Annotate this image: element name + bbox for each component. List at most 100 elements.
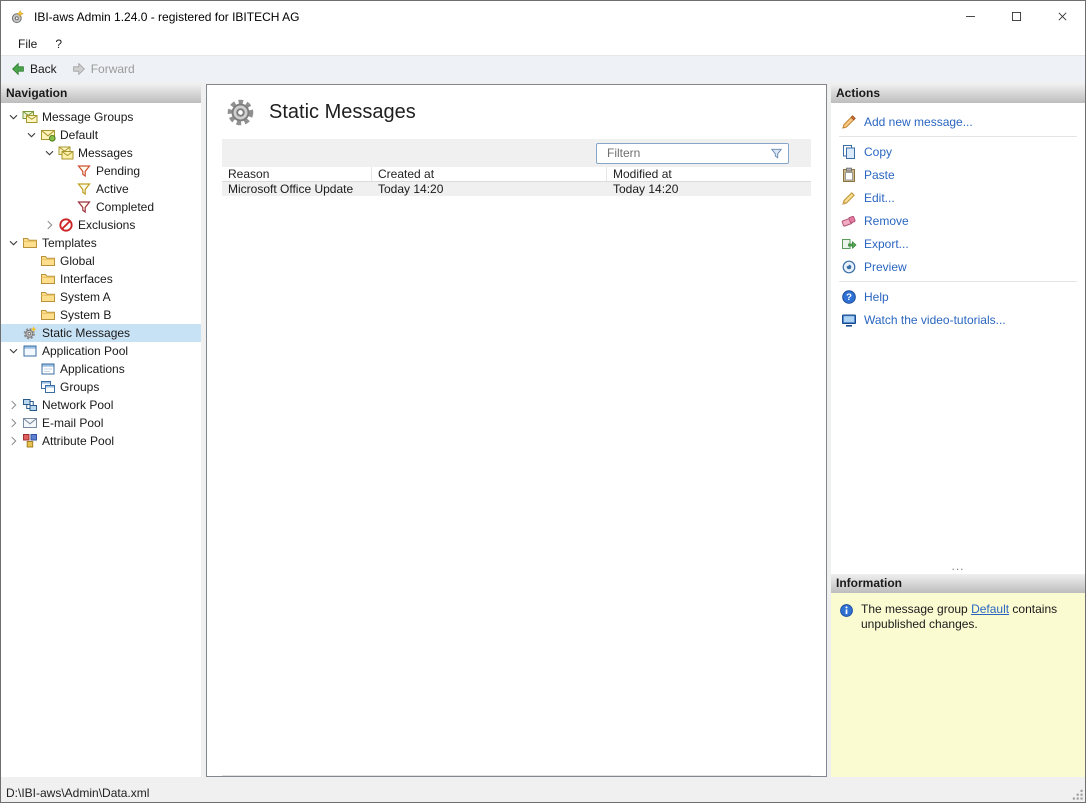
action-watch-the-video-tutorials[interactable]: Watch the video-tutorials... xyxy=(831,308,1085,331)
close-button[interactable] xyxy=(1039,1,1085,32)
tree-item-groups[interactable]: Groups xyxy=(1,378,201,396)
titlebar: IBI-aws Admin 1.24.0 - registered for IB… xyxy=(1,1,1085,32)
tree-item-message-groups[interactable]: Message Groups xyxy=(1,108,201,126)
action-label: Export... xyxy=(864,236,909,251)
maximize-icon xyxy=(1010,10,1023,23)
resize-grip-icon[interactable] xyxy=(1070,787,1084,801)
application-pool-icon xyxy=(22,343,38,359)
information-header: Information xyxy=(831,574,1085,593)
tree-item-interfaces[interactable]: Interfaces xyxy=(1,270,201,288)
copy-icon xyxy=(841,144,857,160)
filter-band xyxy=(222,139,811,167)
panel-splitter[interactable]: ... xyxy=(831,560,1085,574)
tree-item-label: Attribute Pool xyxy=(42,434,115,448)
remove-icon xyxy=(841,213,857,229)
tree-item-label: Messages xyxy=(78,146,133,160)
action-help[interactable]: ? Help xyxy=(831,285,1085,308)
actions-header: Actions xyxy=(831,84,1085,103)
tree-item-exclusions[interactable]: Exclusions xyxy=(1,216,201,234)
chevron-down-icon[interactable] xyxy=(5,110,22,124)
preview-icon xyxy=(841,259,857,275)
chevron-right-icon[interactable] xyxy=(5,416,22,430)
paste-icon xyxy=(841,167,857,183)
groups-icon xyxy=(40,379,56,395)
action-label: Paste xyxy=(864,167,895,182)
tree-item-label: System B xyxy=(60,308,112,322)
chevron-down-icon[interactable] xyxy=(5,344,22,358)
menu-help[interactable]: ? xyxy=(46,34,71,54)
column-header-modified-at[interactable]: Modified at xyxy=(607,167,811,181)
chevron-right-icon[interactable] xyxy=(5,434,22,448)
column-header-reason[interactable]: Reason xyxy=(222,167,372,181)
navigation-tree: Message Groups Default Messages Pending Acti… xyxy=(1,103,201,777)
action-edit[interactable]: Edit... xyxy=(831,186,1085,209)
back-button[interactable]: Back xyxy=(10,61,57,77)
maximize-button[interactable] xyxy=(993,1,1039,32)
tree-item-system-a[interactable]: System A xyxy=(1,288,201,306)
tree-item-messages[interactable]: Messages xyxy=(1,144,201,162)
gear-icon xyxy=(225,97,256,128)
tree-item-static-messages[interactable]: Static Messages xyxy=(1,324,201,342)
default-group-link[interactable]: Default xyxy=(971,602,1009,616)
tree-item-pending[interactable]: Pending xyxy=(1,162,201,180)
actions-list: Add new message... Copy Paste Edit... Remove… xyxy=(831,103,1085,331)
actions-panel: Actions Add new message... Copy Paste Edit.… xyxy=(831,84,1085,574)
action-label: Watch the video-tutorials... xyxy=(864,312,1006,327)
tree-item-completed[interactable]: Completed xyxy=(1,198,201,216)
tree-item-label: Default xyxy=(60,128,99,142)
table-cell: Today 14:20 xyxy=(613,182,679,196)
tree-item-default[interactable]: Default xyxy=(1,126,201,144)
back-label: Back xyxy=(30,62,57,76)
tree-item-applications[interactable]: Applications xyxy=(1,360,201,378)
action-paste[interactable]: Paste xyxy=(831,163,1085,186)
tree-item-global[interactable]: Global xyxy=(1,252,201,270)
tree-item-attribute-pool[interactable]: Attribute Pool xyxy=(1,432,201,450)
tree-item-application-pool[interactable]: Application Pool xyxy=(1,342,201,360)
right-column: Actions Add new message... Copy Paste Edit.… xyxy=(831,84,1085,777)
action-label: Edit... xyxy=(864,190,895,205)
filter-completed-icon xyxy=(76,199,92,215)
tree-item-network-pool[interactable]: Network Pool xyxy=(1,396,201,414)
action-preview[interactable]: Preview xyxy=(831,255,1085,278)
minimize-icon xyxy=(964,10,977,23)
tree-item-label: Application Pool xyxy=(42,344,129,358)
chevron-right-icon[interactable] xyxy=(41,218,58,232)
close-icon xyxy=(1056,10,1069,23)
chevron-down-icon[interactable] xyxy=(23,128,40,142)
toolbar: Back Forward xyxy=(1,55,1085,82)
tree-item-active[interactable]: Active xyxy=(1,180,201,198)
forward-icon xyxy=(71,61,87,77)
help-icon: ? xyxy=(841,289,857,305)
action-copy[interactable]: Copy xyxy=(831,140,1085,163)
action-export[interactable]: Export... xyxy=(831,232,1085,255)
folder-icon xyxy=(40,253,56,269)
tree-item-system-b[interactable]: System B xyxy=(1,306,201,324)
export-icon xyxy=(841,236,857,252)
forward-button[interactable]: Forward xyxy=(71,61,135,77)
actions-separator xyxy=(839,281,1077,282)
table-row[interactable]: Microsoft Office Update Today 14:20 Today … xyxy=(222,182,811,196)
chevron-down-icon[interactable] xyxy=(5,236,22,250)
chevron-right-icon[interactable] xyxy=(5,398,22,412)
navigation-header: Navigation xyxy=(1,84,201,103)
action-remove[interactable]: Remove xyxy=(831,209,1085,232)
minimize-button[interactable] xyxy=(947,1,993,32)
chevron-down-icon[interactable] xyxy=(41,146,58,160)
info-icon xyxy=(839,603,854,618)
back-icon xyxy=(10,61,26,77)
table-body: Reason Created at Modified at Microsoft Off… xyxy=(222,167,811,196)
statusbar: D:\IBI-aws\Admin\Data.xml xyxy=(1,784,1085,802)
tree-item-e-mail-pool[interactable]: E-mail Pool xyxy=(1,414,201,432)
filter-funnel-icon[interactable] xyxy=(769,146,784,161)
main-header: Static Messages xyxy=(207,85,826,139)
action-add-new-message[interactable]: Add new message... xyxy=(831,110,1085,133)
filter-pending-icon xyxy=(76,163,92,179)
tree-item-templates[interactable]: Templates xyxy=(1,234,201,252)
menu-file[interactable]: File xyxy=(9,34,46,54)
filter-input[interactable] xyxy=(599,146,769,160)
column-header-created-at[interactable]: Created at xyxy=(372,167,607,181)
table-cell: Microsoft Office Update xyxy=(228,182,354,196)
tree-item-label: Exclusions xyxy=(78,218,136,232)
